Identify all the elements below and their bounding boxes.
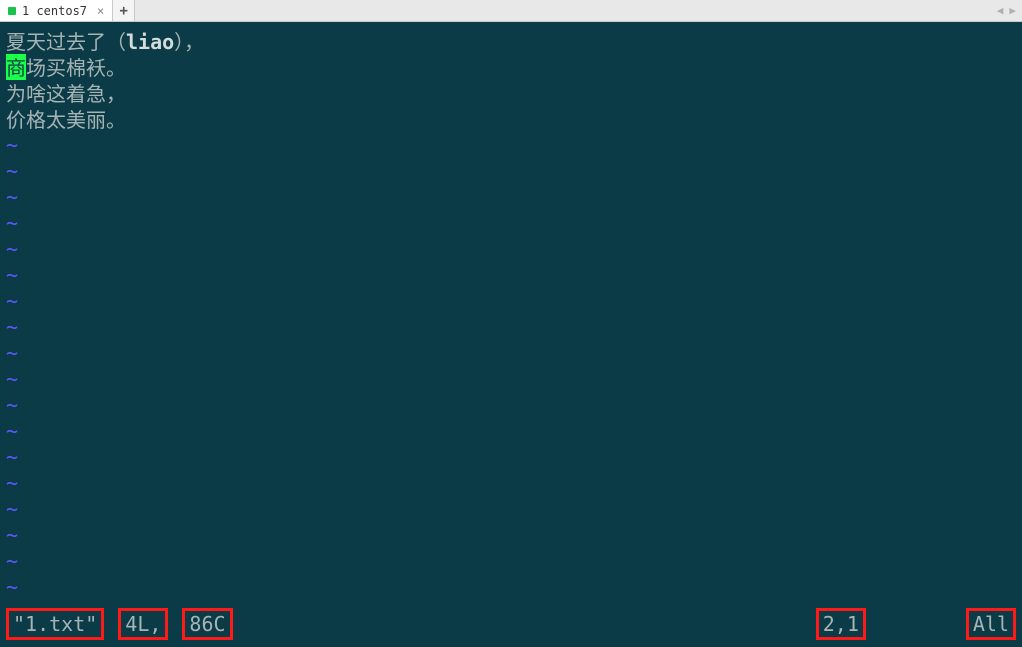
cursor: 商 — [6, 54, 26, 80]
text-lines: 夏天过去了（liao），商场买棉袄。为啥这着急，价格太美丽。 — [6, 28, 1016, 132]
tilde-marker: ~ — [6, 211, 18, 235]
close-icon[interactable]: × — [97, 4, 104, 18]
vim-status-bar: "1.txt" 4L, 86C 2,1 All — [0, 607, 1022, 647]
empty-line: ~ — [6, 418, 1016, 444]
status-scroll: All — [966, 608, 1016, 640]
tilde-marker: ~ — [6, 263, 18, 287]
text-line: 为啥这着急， — [6, 80, 1016, 106]
text-span: 为啥这着急， — [6, 78, 126, 107]
text-line: 夏天过去了（liao）， — [6, 28, 1016, 54]
terminal-viewport[interactable]: 夏天过去了（liao），商场买棉袄。为啥这着急，价格太美丽。 ~~~~~~~~~… — [0, 22, 1022, 647]
text-span: 价格太美丽。 — [6, 104, 126, 133]
tabbar-arrows: ◀ ▶ — [991, 0, 1022, 21]
tilde-marker: ~ — [6, 575, 18, 599]
empty-line: ~ — [6, 496, 1016, 522]
empty-line: ~ — [6, 548, 1016, 574]
tilde-marker: ~ — [6, 549, 18, 573]
tilde-marker: ~ — [6, 237, 18, 261]
empty-line: ~ — [6, 574, 1016, 600]
status-linecount: 4L, — [118, 608, 168, 640]
empty-line: ~ — [6, 340, 1016, 366]
tilde-marker: ~ — [6, 341, 18, 365]
empty-line: ~ — [6, 392, 1016, 418]
terminal-tab[interactable]: 1 centos7 × — [0, 0, 113, 21]
status-cursor-position: 2,1 — [816, 608, 866, 640]
arrow-right-icon[interactable]: ▶ — [1009, 4, 1016, 17]
empty-line: ~ — [6, 184, 1016, 210]
tilde-lines: ~~~~~~~~~~~~~~~~~~ — [6, 132, 1016, 600]
empty-line: ~ — [6, 158, 1016, 184]
tilde-marker: ~ — [6, 185, 18, 209]
empty-line: ~ — [6, 288, 1016, 314]
tilde-marker: ~ — [6, 393, 18, 417]
text-line: 商场买棉袄。 — [6, 54, 1016, 80]
tilde-marker: ~ — [6, 367, 18, 391]
empty-line: ~ — [6, 314, 1016, 340]
text-span: 夏天过去了（ — [6, 26, 126, 55]
tilde-marker: ~ — [6, 159, 18, 183]
empty-line: ~ — [6, 262, 1016, 288]
text-span: liao — [126, 30, 174, 54]
arrow-left-icon[interactable]: ◀ — [997, 4, 1004, 17]
tilde-marker: ~ — [6, 133, 18, 157]
tilde-marker: ~ — [6, 315, 18, 339]
tilde-marker: ~ — [6, 497, 18, 521]
status-right-group: 2,1 All — [816, 608, 1016, 640]
empty-line: ~ — [6, 210, 1016, 236]
tabbar-spacer — [135, 0, 990, 21]
status-left-group: "1.txt" 4L, 86C — [6, 608, 233, 640]
tilde-marker: ~ — [6, 289, 18, 313]
text-span: ）， — [174, 26, 204, 55]
tab-status-dot — [8, 7, 16, 15]
empty-line: ~ — [6, 132, 1016, 158]
empty-line: ~ — [6, 522, 1016, 548]
empty-line: ~ — [6, 236, 1016, 262]
text-span: 场买棉袄。 — [26, 52, 126, 81]
tilde-marker: ~ — [6, 445, 18, 469]
status-filename: "1.txt" — [6, 608, 104, 640]
status-charcount: 86C — [182, 608, 232, 640]
new-tab-button[interactable]: + — [113, 0, 135, 21]
empty-line: ~ — [6, 470, 1016, 496]
tilde-marker: ~ — [6, 419, 18, 443]
tab-label: 1 centos7 — [22, 4, 87, 18]
tab-bar: 1 centos7 × + ◀ ▶ — [0, 0, 1022, 22]
plus-icon: + — [120, 3, 128, 19]
text-line: 价格太美丽。 — [6, 106, 1016, 132]
tilde-marker: ~ — [6, 471, 18, 495]
empty-line: ~ — [6, 444, 1016, 470]
empty-line: ~ — [6, 366, 1016, 392]
tilde-marker: ~ — [6, 523, 18, 547]
